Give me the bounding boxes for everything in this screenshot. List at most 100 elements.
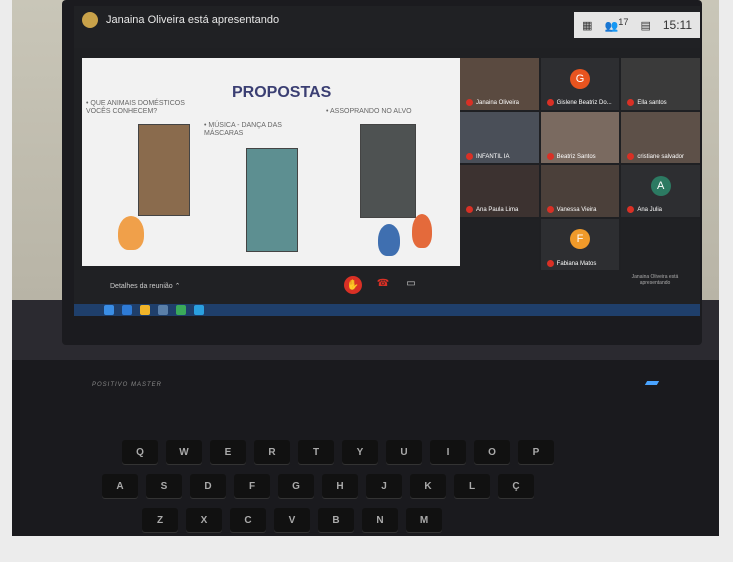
participant-tile[interactable]: cristiane salvador — [621, 111, 700, 163]
keyboard-key: P — [518, 440, 554, 464]
participant-count: 17 — [618, 17, 629, 28]
participant-tile[interactable]: Ella santos — [621, 58, 700, 110]
participant-tile[interactable]: G Gislene Beatriz Do... — [540, 58, 620, 110]
meet-bottom-bar: Detalhes da reunião ⌃ ✋ ☎ ▭ Janaina Oliv… — [74, 270, 700, 304]
end-call-icon[interactable]: ☎ — [376, 278, 390, 292]
slide-item-3: • ASSOPRANDO NO ALVO — [326, 108, 412, 115]
presentation-slide: PROPOSTAS • QUE ANIMAIS DOMÉSTICOS VOCÊS… — [82, 58, 460, 266]
participant-tile[interactable]: A Ana Julia — [621, 165, 700, 217]
participant-name: Vanessa Vieira — [546, 206, 596, 214]
participant-name: cristiane salvador — [627, 152, 685, 160]
participant-tile[interactable]: Beatriz Santos — [540, 111, 620, 163]
mic-muted-icon — [546, 259, 554, 267]
participant-initial-avatar: A — [650, 175, 671, 196]
mic-muted-icon — [466, 152, 473, 160]
laptop-photo: Janaina Oliveira está apresentando ▦ 👥17… — [12, 0, 719, 536]
presenting-indicator[interactable]: Janaina Oliveira está apresentando — [630, 274, 680, 286]
info-icon[interactable]: ▦ — [582, 19, 592, 32]
child-photo-1 — [138, 124, 190, 216]
status-led — [644, 381, 660, 385]
clock: 15:11 — [662, 18, 692, 32]
camera-icon[interactable]: ▭ — [404, 278, 418, 292]
keyboard-key: Q — [122, 440, 158, 464]
participant-tile[interactable]: Vanessa Vieira — [540, 165, 620, 217]
presenter-banner: Janaina Oliveira está apresentando — [82, 12, 279, 28]
keyboard-key: B — [318, 508, 354, 532]
meet-top-bar: Janaina Oliveira está apresentando ▦ 👥17… — [74, 6, 700, 48]
keyboard-key: K — [410, 474, 446, 498]
call-controls: ✋ ☎ ▭ — [344, 276, 418, 294]
participant-name: INFANTIL IA — [466, 152, 510, 160]
file-explorer-icon[interactable] — [158, 305, 168, 315]
keyboard-key: Ç — [498, 474, 534, 498]
presenter-text: Janaina Oliveira está apresentando — [106, 14, 280, 26]
participant-video — [460, 218, 539, 270]
keyboard-key: A — [102, 474, 138, 498]
mic-muted-icon — [627, 99, 635, 107]
participant-name-text: Beatriz Santos — [556, 154, 596, 160]
edge-icon[interactable] — [122, 305, 132, 315]
mic-muted-icon — [546, 206, 554, 214]
keyboard-key: S — [146, 474, 182, 498]
keyboard-row-1: QWERTYUIOP — [122, 440, 554, 464]
participant-name-text: Ana Paula Lima — [476, 207, 519, 214]
participant-name: Ana Paula Lima — [466, 206, 519, 214]
participant-tile[interactable]: Janaina Oliveira — [460, 58, 539, 110]
keyboard-key: C — [230, 508, 266, 532]
presenting-label: Janaina Oliveira está apresentando — [631, 274, 679, 286]
details-label: Detalhes da reunião — [110, 283, 173, 290]
keyboard-key: Y — [342, 440, 378, 464]
participant-name-text: INFANTIL IA — [476, 154, 510, 160]
participant-initial-avatar: F — [569, 229, 590, 250]
keyboard-key: W — [166, 440, 202, 464]
keyboard-key: D — [190, 474, 226, 498]
slide-item-2: • MÚSICA - DANÇA DAS MÁSCARAS — [204, 122, 282, 137]
participant-initial-avatar: G — [569, 68, 590, 89]
participant-video — [621, 218, 700, 270]
keyboard-key: J — [366, 474, 402, 498]
browser-icon[interactable] — [194, 305, 204, 315]
keyboard-key: I — [430, 440, 466, 464]
participant-tile[interactable] — [460, 218, 539, 270]
app-icon[interactable] — [176, 305, 186, 315]
participant-name-text: cristiane salvador — [637, 154, 685, 160]
keyboard-key: F — [234, 474, 270, 498]
slide-item-1: • QUE ANIMAIS DOMÉSTICOS VOCÊS CONHECEM? — [86, 100, 185, 115]
participant-tile[interactable]: F Fabiana Matos — [540, 218, 620, 270]
participant-grid: Janaina Oliveira G Gislene Beatriz Do... El… — [460, 58, 700, 270]
windows-start-icon[interactable] — [104, 305, 114, 315]
hand-icon: ✋ — [346, 279, 360, 291]
mic-muted-icon — [466, 99, 473, 107]
participant-name-text: Janaina Oliveira — [476, 100, 520, 107]
keyboard-key: H — [322, 474, 358, 498]
participant-name-text: Fabiana Matos — [556, 261, 597, 267]
chrome-icon[interactable] — [140, 305, 150, 315]
keyboard-key: O — [474, 440, 510, 464]
participant-tile[interactable] — [621, 218, 700, 270]
mic-muted-icon — [627, 152, 635, 160]
presenter-avatar — [82, 12, 98, 28]
keyboard-key: N — [362, 508, 398, 532]
cartoon-kid-2 — [378, 224, 400, 256]
keyboard-key: U — [386, 440, 422, 464]
chat-icon[interactable]: ▤ — [640, 19, 650, 32]
participant-name: Gislene Beatriz Do... — [546, 99, 612, 107]
meeting-details-button[interactable]: Detalhes da reunião ⌃ — [110, 282, 180, 290]
participant-name: Ella santos — [627, 99, 667, 107]
participant-name-text: Ella santos — [637, 100, 667, 107]
keyboard-key: E — [210, 440, 246, 464]
brand-label: POSITIVO MASTER — [92, 382, 163, 388]
participant-name: Janaina Oliveira — [466, 99, 520, 107]
mic-muted-icon — [546, 152, 554, 160]
mic-muted-icon — [546, 99, 554, 107]
cartoon-kid-wheelchair — [118, 216, 144, 250]
people-icon[interactable]: 👥17 — [605, 17, 629, 33]
keyboard-row-3: ZXCVBNM — [142, 508, 442, 532]
laptop-screen: Janaina Oliveira está apresentando ▦ 👥17… — [74, 6, 700, 316]
keyboard-key: R — [254, 440, 290, 464]
participant-tile[interactable]: Ana Paula Lima — [460, 165, 539, 217]
raise-hand-button[interactable]: ✋ — [344, 276, 362, 294]
windows-taskbar — [74, 304, 700, 316]
participant-tile[interactable]: INFANTIL IA — [460, 111, 539, 163]
slide-title: PROPOSTAS — [232, 84, 332, 101]
